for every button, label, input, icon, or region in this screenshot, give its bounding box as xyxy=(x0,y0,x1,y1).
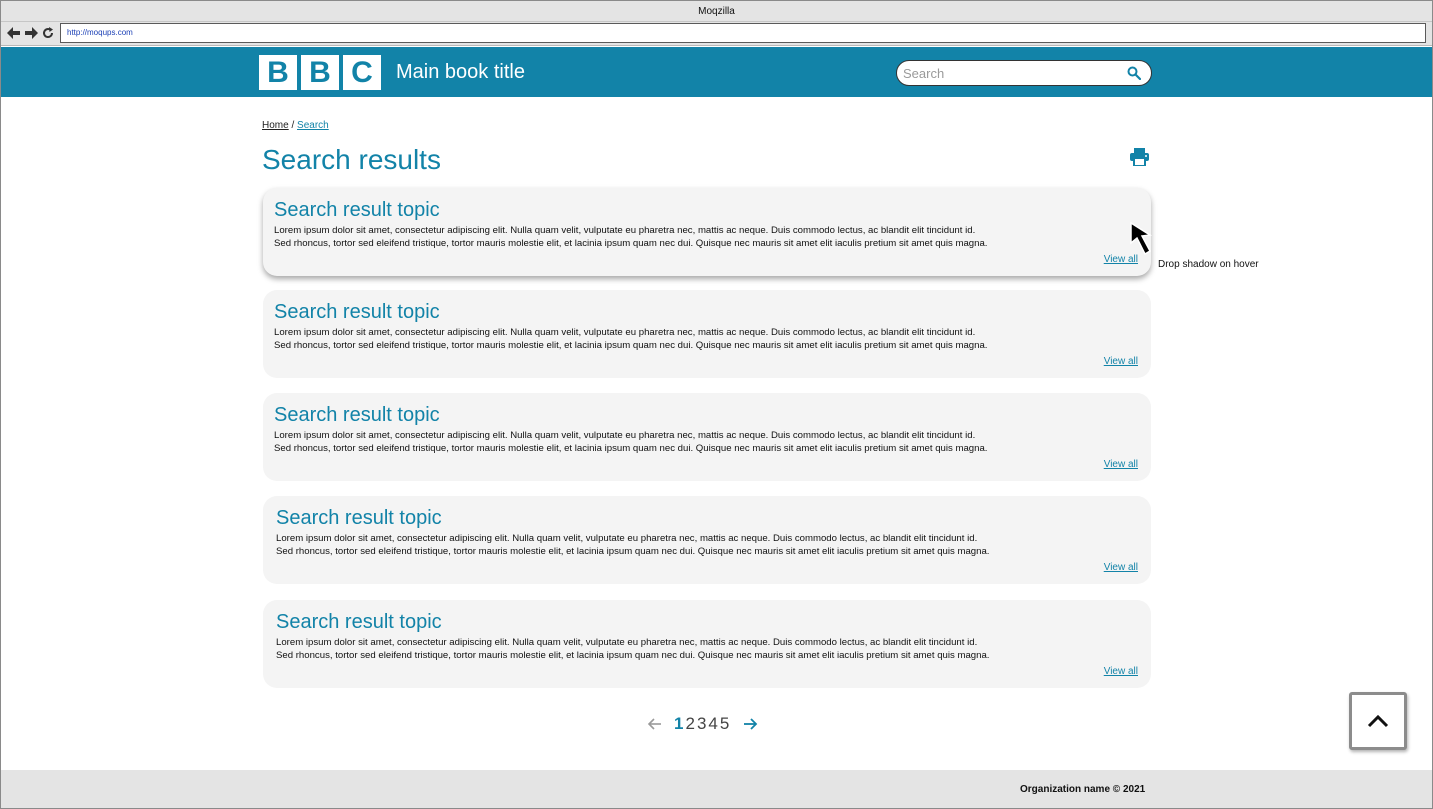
arrow-left-icon[interactable] xyxy=(647,716,663,732)
result-title[interactable]: Search result topic xyxy=(276,610,442,634)
breadcrumb-home[interactable]: Home xyxy=(262,120,289,131)
book-title: Main book title xyxy=(396,61,525,83)
pagination: 1 2 3 4 5 xyxy=(647,713,758,735)
footer-copyright: Organization name © 2021 xyxy=(1020,784,1146,795)
site-header: B B C Main book title xyxy=(1,47,1432,97)
page-link[interactable]: 2 xyxy=(685,714,694,734)
chevron-up-icon xyxy=(1367,714,1389,728)
hover-annotation: Drop shadow on hover xyxy=(1158,259,1259,270)
logo-letter: B xyxy=(301,55,339,90)
search-input[interactable] xyxy=(903,64,1118,82)
result-description: Lorem ipsum dolor sit amet, consectetur … xyxy=(274,429,1074,455)
result-card[interactable]: Search result topic Lorem ipsum dolor si… xyxy=(263,496,1151,584)
page-link[interactable]: 4 xyxy=(708,714,717,734)
window-titlebar: Moqzilla xyxy=(1,1,1432,22)
mouse-pointer-icon xyxy=(1130,221,1153,256)
result-card[interactable]: Search result topic Lorem ipsum dolor si… xyxy=(263,188,1151,276)
result-title[interactable]: Search result topic xyxy=(274,198,440,222)
address-bar[interactable]: http://moqups.com xyxy=(60,23,1426,43)
result-line: Lorem ipsum dolor sit amet, consectetur … xyxy=(276,637,978,648)
result-line: Sed rhoncus, tortor sed eleifend tristiq… xyxy=(274,340,988,351)
result-title[interactable]: Search result topic xyxy=(274,403,440,427)
arrow-left-icon xyxy=(6,27,20,39)
search-box xyxy=(896,60,1152,86)
result-description: Lorem ipsum dolor sit amet, consectetur … xyxy=(276,532,1076,558)
view-all-link[interactable]: View all xyxy=(1104,666,1138,677)
page-title: Search results xyxy=(262,144,441,175)
logo-letter: B xyxy=(259,55,297,90)
address-url: http://moqups.com xyxy=(67,28,133,37)
result-line: Sed rhoncus, tortor sed eleifend tristiq… xyxy=(274,443,988,454)
result-line: Sed rhoncus, tortor sed eleifend tristiq… xyxy=(276,650,990,661)
result-description: Lorem ipsum dolor sit amet, consectetur … xyxy=(274,224,1074,250)
result-line: Lorem ipsum dolor sit amet, consectetur … xyxy=(274,225,976,236)
result-card[interactable]: Search result topic Lorem ipsum dolor si… xyxy=(263,290,1151,378)
page-link[interactable]: 1 xyxy=(674,714,683,734)
result-line: Lorem ipsum dolor sit amet, consectetur … xyxy=(276,533,978,544)
breadcrumb-current[interactable]: Search xyxy=(297,120,329,131)
breadcrumb: Home / Search xyxy=(262,120,329,131)
result-title[interactable]: Search result topic xyxy=(274,300,440,324)
logo-letter: C xyxy=(343,55,381,90)
page-link[interactable]: 3 xyxy=(697,714,706,734)
search-icon[interactable] xyxy=(1127,66,1141,80)
browser-toolbar: http://moqups.com xyxy=(1,22,1432,46)
breadcrumb-separator: / xyxy=(291,120,295,131)
result-line: Lorem ipsum dolor sit amet, consectetur … xyxy=(274,327,976,338)
reload-button[interactable] xyxy=(41,25,55,41)
window-title: Moqzilla xyxy=(698,6,735,17)
view-all-link[interactable]: View all xyxy=(1104,356,1138,367)
result-card[interactable]: Search result topic Lorem ipsum dolor si… xyxy=(263,600,1151,688)
result-line: Lorem ipsum dolor sit amet, consectetur … xyxy=(274,430,976,441)
back-button[interactable] xyxy=(6,25,20,41)
site-footer: Organization name © 2021 xyxy=(1,770,1432,808)
result-description: Lorem ipsum dolor sit amet, consectetur … xyxy=(274,326,1074,352)
result-card[interactable]: Search result topic Lorem ipsum dolor si… xyxy=(263,393,1151,481)
result-description: Lorem ipsum dolor sit amet, consectetur … xyxy=(276,636,1076,662)
result-line: Sed rhoncus, tortor sed eleifend tristiq… xyxy=(274,238,988,249)
bbc-logo[interactable]: B B C xyxy=(259,55,381,90)
page-link[interactable]: 5 xyxy=(720,714,729,734)
view-all-link[interactable]: View all xyxy=(1104,459,1138,470)
back-to-top-button[interactable] xyxy=(1349,692,1407,750)
arrow-right-icon xyxy=(24,27,38,39)
result-title[interactable]: Search result topic xyxy=(276,506,442,530)
print-icon[interactable] xyxy=(1130,148,1149,166)
view-all-link[interactable]: View all xyxy=(1104,562,1138,573)
reload-icon xyxy=(43,27,54,39)
forward-button[interactable] xyxy=(24,25,38,41)
result-line: Sed rhoncus, tortor sed eleifend tristiq… xyxy=(276,546,990,557)
browser-window: Moqzilla http://moqups.com B B C Main bo… xyxy=(0,0,1433,809)
arrow-right-icon[interactable] xyxy=(742,716,758,732)
